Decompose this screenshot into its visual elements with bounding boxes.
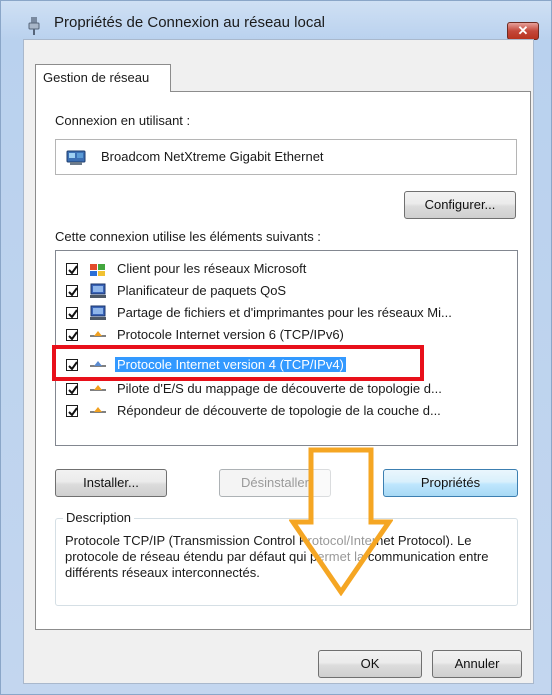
protocol-icon xyxy=(90,407,106,413)
title-bar[interactable]: Propriétés de Connexion au réseau local … xyxy=(1,1,552,40)
tab-label: Gestion de réseau xyxy=(43,70,150,85)
connect-using-label: Connexion en utilisant : xyxy=(55,113,191,128)
list-item-file-sharing[interactable]: Partage de fichiers et d'imprimantes pou… xyxy=(56,303,517,325)
install-button[interactable]: Installer... xyxy=(55,469,167,497)
item-label: Planificateur de paquets QoS xyxy=(117,283,287,298)
adapter-name: Broadcom NetXtreme Gigabit Ethernet xyxy=(101,149,324,164)
description-text: Protocole TCP/IP (Transmission Control P… xyxy=(65,533,489,580)
list-item-client-microsoft[interactable]: Client pour les réseaux Microsoft xyxy=(56,259,517,281)
item-label: Pilote d'E/S du mappage de découverte de… xyxy=(117,381,442,396)
annotation-down-arrow-icon xyxy=(289,447,393,596)
list-item-lltd-mapper[interactable]: Pilote d'E/S du mappage de découverte de… xyxy=(56,379,517,401)
checkmark-icon xyxy=(68,331,78,341)
list-item-lltd-responder[interactable]: Répondeur de découverte de topologie de … xyxy=(56,401,517,423)
network-connection-icon xyxy=(28,17,40,35)
items-section-label: Cette connexion utilise les éléments sui… xyxy=(55,229,321,244)
ok-button[interactable]: OK xyxy=(318,650,422,678)
network-adapter-icon xyxy=(66,150,86,165)
checkmark-icon xyxy=(68,385,78,395)
network-client-icon xyxy=(90,264,105,276)
item-checkbox[interactable] xyxy=(66,307,78,319)
checkmark-icon xyxy=(68,407,78,417)
item-checkbox[interactable] xyxy=(66,285,78,297)
close-icon: ✕ xyxy=(517,23,529,38)
protocol-icon xyxy=(90,331,106,337)
properties-button[interactable]: Propriétés xyxy=(383,469,518,497)
protocol-icon xyxy=(90,385,106,391)
adapter-box: Broadcom NetXtreme Gigabit Ethernet xyxy=(55,139,517,175)
close-button[interactable]: ✕ xyxy=(507,22,539,40)
item-label: Protocole Internet version 6 (TCP/IPv6) xyxy=(117,327,344,342)
checkmark-icon xyxy=(68,309,78,319)
cancel-button[interactable]: Annuler xyxy=(432,650,522,678)
annotation-highlight-box xyxy=(52,345,424,381)
checkmark-icon xyxy=(68,287,78,297)
item-label: Client pour les réseaux Microsoft xyxy=(117,261,307,276)
window-title: Propriétés de Connexion au réseau local xyxy=(54,14,326,31)
item-checkbox[interactable] xyxy=(66,405,78,417)
list-item-ipv6[interactable]: Protocole Internet version 6 (TCP/IPv6) xyxy=(56,325,517,347)
tab-gestion-de-reseau[interactable]: Gestion de réseau xyxy=(35,64,171,92)
item-checkbox[interactable] xyxy=(66,383,78,395)
item-checkbox[interactable] xyxy=(66,329,78,341)
configure-button[interactable]: Configurer... xyxy=(404,191,516,219)
item-label: Répondeur de découverte de topologie de … xyxy=(117,403,441,418)
description-legend: Description xyxy=(63,510,135,525)
service-icon xyxy=(90,283,106,298)
checkmark-icon xyxy=(68,265,78,275)
list-item-qos[interactable]: Planificateur de paquets QoS xyxy=(56,281,517,303)
item-label: Partage de fichiers et d'imprimantes pou… xyxy=(117,305,452,320)
dialog-window: Propriétés de Connexion au réseau local … xyxy=(0,0,552,695)
service-icon xyxy=(90,305,106,320)
item-checkbox[interactable] xyxy=(66,263,78,275)
